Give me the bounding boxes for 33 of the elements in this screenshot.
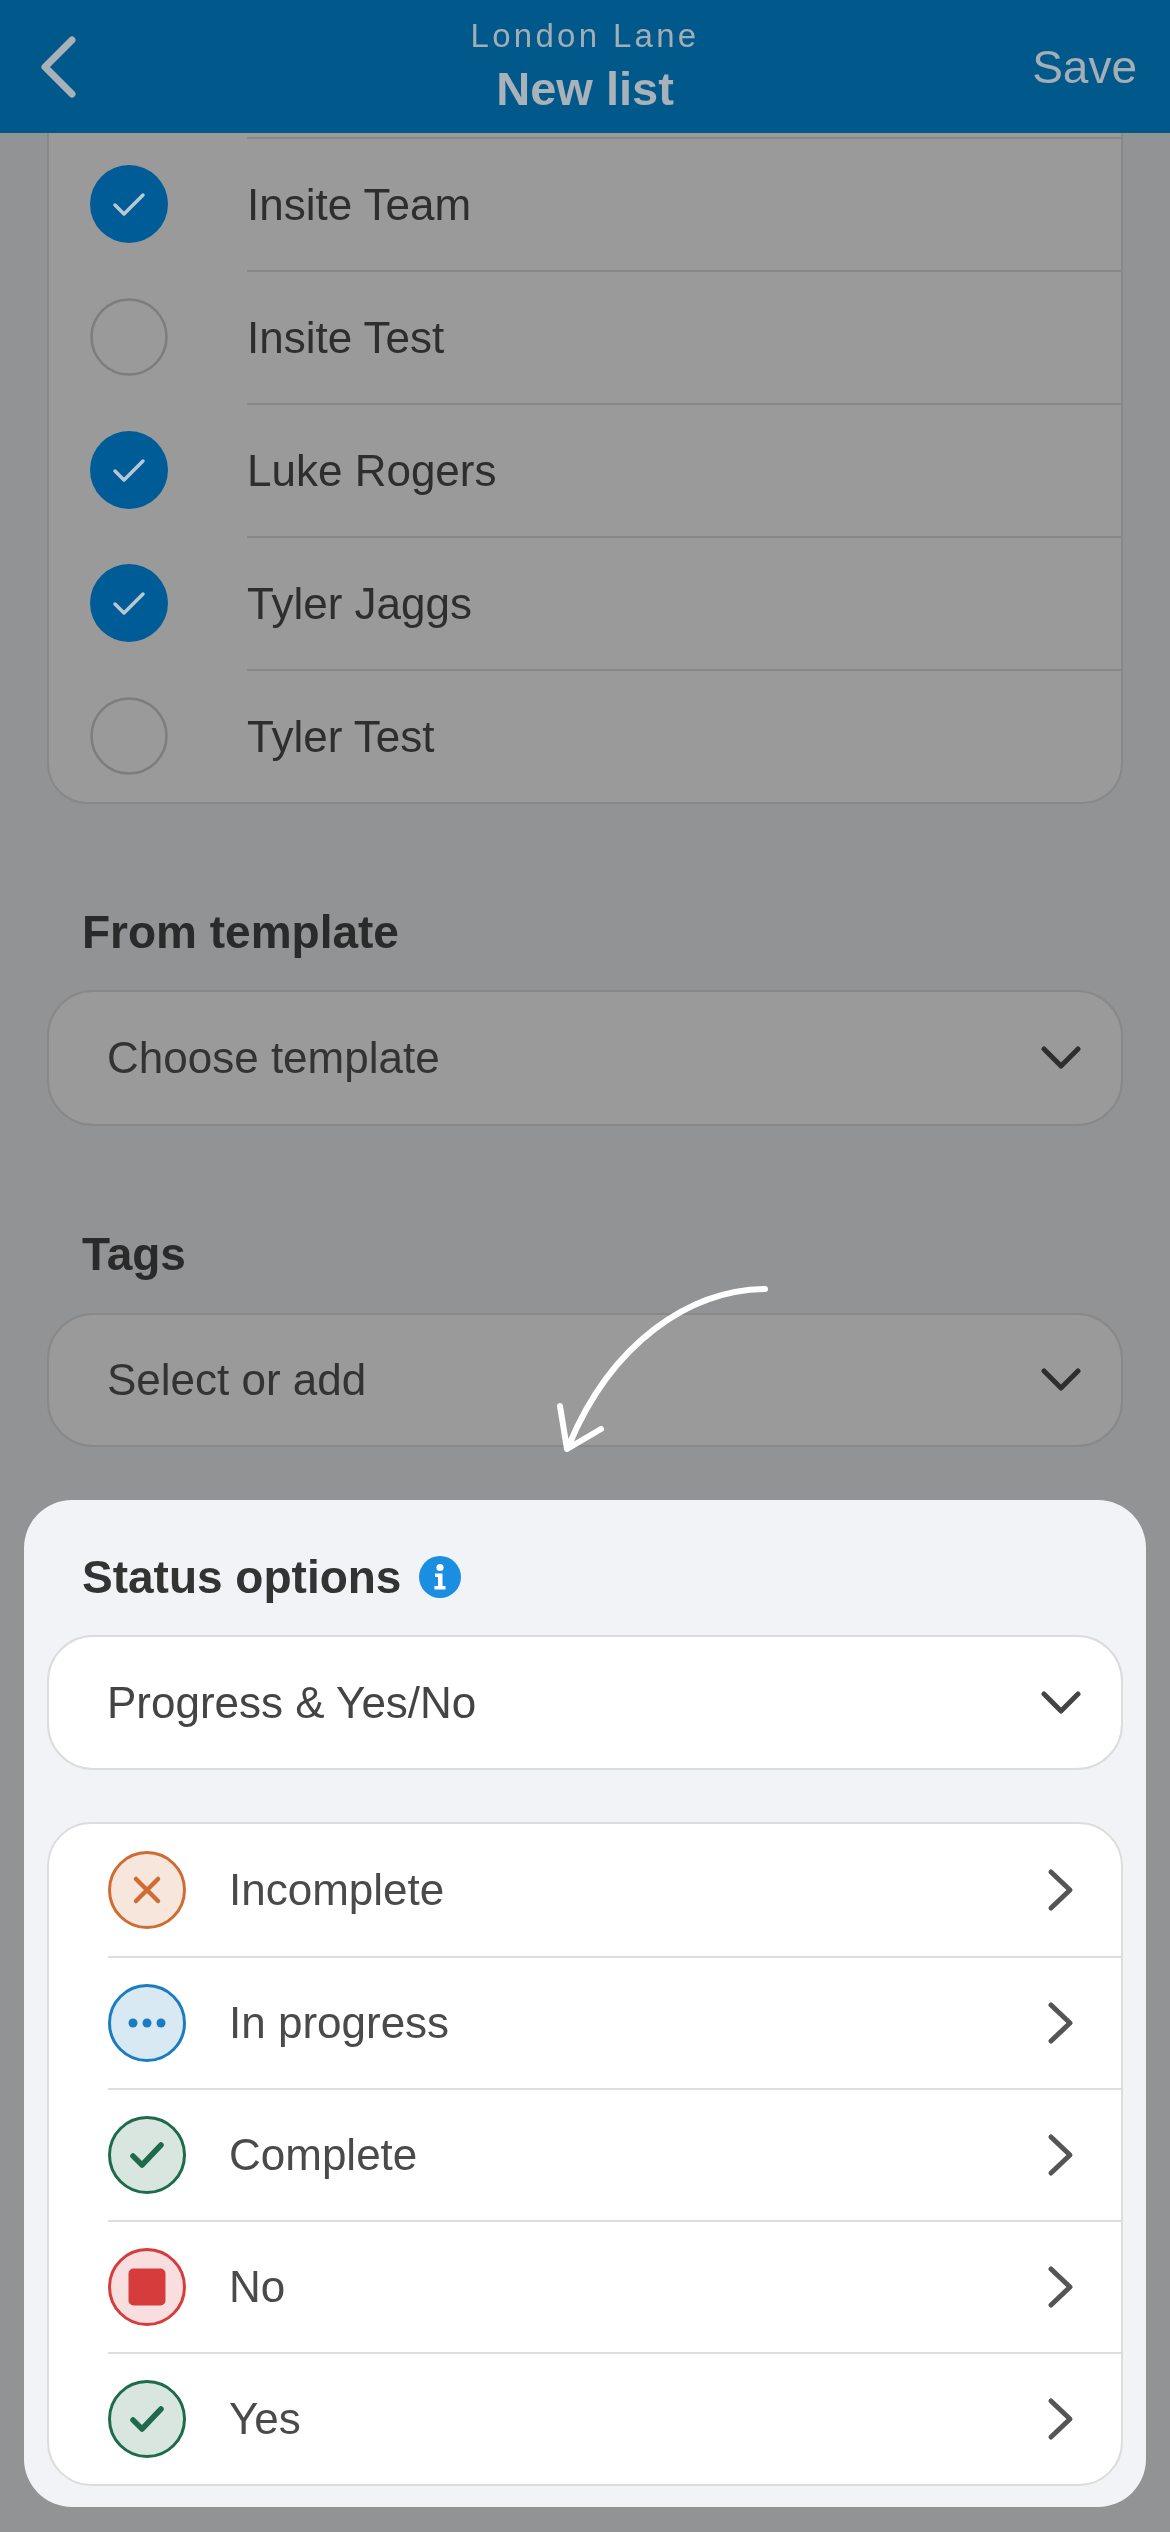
header-title: New list <box>496 63 674 115</box>
checkbox[interactable] <box>90 297 168 376</box>
chevron-right-icon[interactable] <box>1047 2397 1074 2441</box>
info-icon[interactable] <box>419 1556 462 1598</box>
member-name: Insite Test <box>247 311 445 364</box>
checkbox[interactable] <box>90 563 168 642</box>
chevron-right-icon[interactable] <box>1047 2133 1074 2177</box>
member-name: Luke Rogers <box>247 444 497 497</box>
chevron-right-icon[interactable] <box>1047 1868 1074 1912</box>
field-label: From template <box>82 906 399 958</box>
header-subtitle: London Lane <box>470 18 700 54</box>
checkbox[interactable] <box>90 164 168 243</box>
member-name: Tyler Test <box>247 710 435 763</box>
checkbox[interactable] <box>90 696 168 775</box>
field-label: Tags <box>82 1228 186 1280</box>
member-name: Insite Team <box>247 178 472 231</box>
section-title: Status options <box>82 1551 402 1603</box>
status-label[interactable]: No <box>229 2261 286 2313</box>
status-label[interactable]: In progress <box>229 1997 450 2049</box>
tags-field[interactable]: Select or add <box>47 1313 1123 1447</box>
back-icon[interactable] <box>39 35 77 98</box>
status-label[interactable]: Yes <box>229 2393 301 2445</box>
chevron-right-icon[interactable] <box>1047 2265 1074 2309</box>
chevron-right-icon[interactable] <box>1047 2001 1074 2045</box>
status-label[interactable]: Incomplete <box>229 1864 445 1916</box>
status-label[interactable]: Complete <box>229 2129 418 2181</box>
chevron-down-icon[interactable] <box>1041 1046 1081 1070</box>
chevron-down-icon[interactable] <box>1041 1368 1081 1392</box>
template-dropdown[interactable]: Choose template <box>47 990 1123 1126</box>
status-type-dropdown[interactable]: Progress & Yes/No <box>47 1635 1123 1770</box>
chevron-down-icon[interactable] <box>1041 1690 1081 1715</box>
member-name: Tyler Jaggs <box>247 577 472 630</box>
checkbox[interactable] <box>90 430 168 509</box>
